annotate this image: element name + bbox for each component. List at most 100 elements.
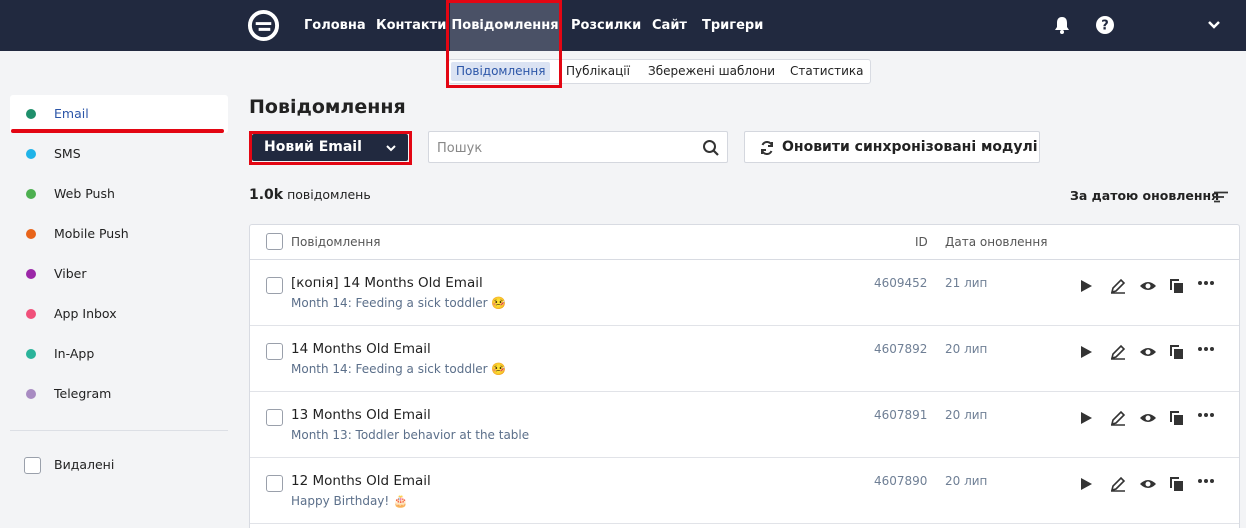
sidebar-item-label: Web Push xyxy=(54,186,115,201)
message-name[interactable]: 13 Months Old Email xyxy=(291,407,431,423)
table-row[interactable]: 13 Months Old Email Month 13: Toddler be… xyxy=(250,392,1239,458)
more-icon[interactable] xyxy=(1197,274,1215,292)
deleted-checkbox[interactable] xyxy=(24,457,41,474)
search-input[interactable] xyxy=(437,138,687,158)
message-subject: Month 13: Toddler behavior at the table xyxy=(291,428,530,442)
sidebar-item-label: In-App xyxy=(54,346,95,361)
sidebar-item-label: Email xyxy=(54,106,89,121)
copy-icon[interactable] xyxy=(1168,475,1186,493)
column-header-name[interactable]: Повідомлення xyxy=(291,235,380,249)
help-icon[interactable]: ? xyxy=(1094,14,1116,36)
message-id: 4607890 xyxy=(874,474,928,488)
sidebar-item-label: App Inbox xyxy=(54,306,117,321)
table-row[interactable]: 14 Months Old Email Month 14: Feeding a … xyxy=(250,326,1239,392)
svg-text:?: ? xyxy=(1101,19,1109,34)
nav-contacts[interactable]: Контакти xyxy=(376,0,446,51)
copy-icon[interactable] xyxy=(1168,409,1186,427)
row-checkbox[interactable] xyxy=(266,409,283,426)
more-icon[interactable] xyxy=(1197,406,1215,424)
message-name[interactable]: 12 Months Old Email xyxy=(291,473,431,489)
count-value: 1.0k xyxy=(249,187,284,203)
count-label: повідомлень xyxy=(287,187,371,202)
message-name[interactable]: 14 Months Old Email xyxy=(291,341,431,357)
edit-icon[interactable] xyxy=(1109,343,1127,361)
sidebar-active-card xyxy=(10,95,228,133)
eye-icon[interactable] xyxy=(1139,277,1157,295)
deleted-label: Видалені xyxy=(54,457,115,472)
subtab-saved-templates[interactable]: Збережені шаблони xyxy=(648,60,775,83)
message-count: 1.0k повідомлень xyxy=(249,187,371,203)
new-email-button[interactable]: Новий Email xyxy=(252,134,408,161)
status-dot xyxy=(26,269,36,279)
subtab-messages[interactable]: Повідомлення xyxy=(451,62,551,81)
row-checkbox[interactable] xyxy=(266,343,283,360)
play-icon[interactable] xyxy=(1077,475,1095,493)
status-dot xyxy=(26,229,36,239)
edit-icon[interactable] xyxy=(1109,277,1127,295)
status-dot xyxy=(26,189,36,199)
message-subject: Month 14: Feeding a sick toddler 🤒 xyxy=(291,296,507,310)
bell-icon[interactable] xyxy=(1051,14,1073,36)
sync-modules-button[interactable]: Оновити синхронізовані модулі xyxy=(744,131,1040,163)
eye-icon[interactable] xyxy=(1139,409,1157,427)
sub-tabs: Повідомлення Публікації Збережені шаблон… xyxy=(448,59,871,84)
row-checkbox[interactable] xyxy=(266,277,283,294)
row-checkbox[interactable] xyxy=(266,475,283,492)
play-icon[interactable] xyxy=(1077,343,1095,361)
nav-site[interactable]: Сайт xyxy=(652,0,687,51)
status-dot xyxy=(26,109,36,119)
status-dot xyxy=(26,349,36,359)
nav-campaigns[interactable]: Розсилки xyxy=(571,0,641,51)
status-dot xyxy=(26,309,36,319)
edit-icon[interactable] xyxy=(1109,409,1127,427)
column-header-date[interactable]: Дата оновлення xyxy=(945,235,1047,249)
message-name[interactable]: [копія] 14 Months Old Email xyxy=(291,275,483,291)
subtab-publications[interactable]: Публікації xyxy=(566,60,630,83)
sidebar-active-indicator xyxy=(11,129,224,133)
more-icon[interactable] xyxy=(1197,472,1215,490)
sidebar-divider xyxy=(10,430,228,431)
message-id: 4609452 xyxy=(874,276,928,290)
sidebar-item-label: SMS xyxy=(54,146,81,161)
logo-icon[interactable] xyxy=(247,9,280,42)
edit-icon[interactable] xyxy=(1109,475,1127,493)
nav-triggers[interactable]: Тригери xyxy=(702,0,763,51)
new-email-label: Новий Email xyxy=(264,139,362,155)
nav-home[interactable]: Головна xyxy=(304,0,366,51)
sync-label: Оновити синхронізовані модулі xyxy=(782,139,1038,155)
message-subject: Month 14: Feeding a sick toddler 🤒 xyxy=(291,362,507,376)
eye-icon[interactable] xyxy=(1139,475,1157,493)
sort-icon[interactable] xyxy=(1214,191,1228,203)
search-box xyxy=(428,131,728,163)
top-navbar: Головна Контакти Повідомлення Розсилки С… xyxy=(0,0,1246,51)
table-header: Повідомлення ID Дата оновлення xyxy=(250,225,1239,260)
copy-icon[interactable] xyxy=(1168,277,1186,295)
status-dot xyxy=(26,149,36,159)
select-all-checkbox[interactable] xyxy=(266,233,283,250)
sidebar-item-label: Telegram xyxy=(54,386,112,401)
nav-messages[interactable]: Повідомлення xyxy=(450,0,560,51)
message-date: 20 лип xyxy=(945,408,988,422)
play-icon[interactable] xyxy=(1077,409,1095,427)
table-row[interactable]: [копія] 14 Months Old Email Month 14: Fe… xyxy=(250,260,1239,326)
subtab-statistics[interactable]: Статистика xyxy=(790,60,864,83)
status-dot xyxy=(26,389,36,399)
column-header-id[interactable]: ID xyxy=(915,235,928,249)
refresh-icon xyxy=(761,141,773,155)
play-icon[interactable] xyxy=(1077,277,1095,295)
message-subject: Happy Birthday! 🎂 xyxy=(291,494,408,508)
message-id: 4607892 xyxy=(874,342,928,356)
copy-icon[interactable] xyxy=(1168,343,1186,361)
messages-table: Повідомлення ID Дата оновлення [копія] 1… xyxy=(249,224,1240,528)
eye-icon[interactable] xyxy=(1139,343,1157,361)
message-date: 21 лип xyxy=(945,276,988,290)
chevron-down-icon[interactable] xyxy=(385,142,397,154)
chevron-down-icon[interactable] xyxy=(1203,14,1225,36)
sort-dropdown[interactable]: За датою оновлення xyxy=(1070,188,1219,203)
page-title: Повідомлення xyxy=(249,96,406,118)
table-row[interactable]: 12 Months Old Email Happy Birthday! 🎂 46… xyxy=(250,458,1239,524)
more-icon[interactable] xyxy=(1197,340,1215,358)
message-date: 20 лип xyxy=(945,474,988,488)
message-id: 4607891 xyxy=(874,408,928,422)
search-icon[interactable] xyxy=(702,139,720,157)
